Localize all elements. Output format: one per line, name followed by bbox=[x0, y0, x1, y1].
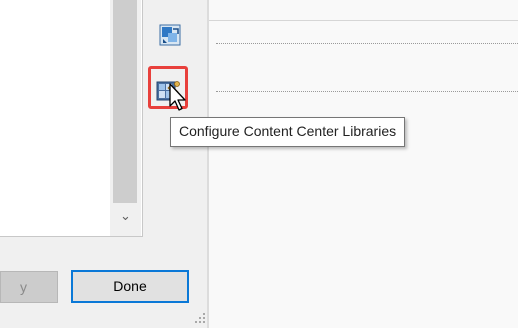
scrollbar-thumb[interactable] bbox=[113, 0, 137, 203]
place-from-content-center-icon bbox=[159, 24, 181, 46]
dotted-separator bbox=[216, 43, 518, 44]
dotted-separator bbox=[216, 91, 518, 92]
scroll-down-arrow[interactable]: ⌄ bbox=[110, 205, 141, 229]
pane-top-rule bbox=[209, 20, 518, 21]
tooltip: Configure Content Center Libraries bbox=[170, 117, 406, 147]
apply-button[interactable]: y bbox=[0, 271, 58, 303]
panel-divider bbox=[207, 0, 209, 328]
resize-grip-icon[interactable] bbox=[194, 312, 206, 324]
place-component-button[interactable] bbox=[157, 22, 183, 48]
done-button[interactable]: Done bbox=[71, 270, 189, 303]
screen: ⌄ Configure Content Center Libraries y D… bbox=[0, 0, 518, 328]
mouse-cursor-icon bbox=[169, 83, 186, 111]
content-pane bbox=[209, 0, 518, 328]
